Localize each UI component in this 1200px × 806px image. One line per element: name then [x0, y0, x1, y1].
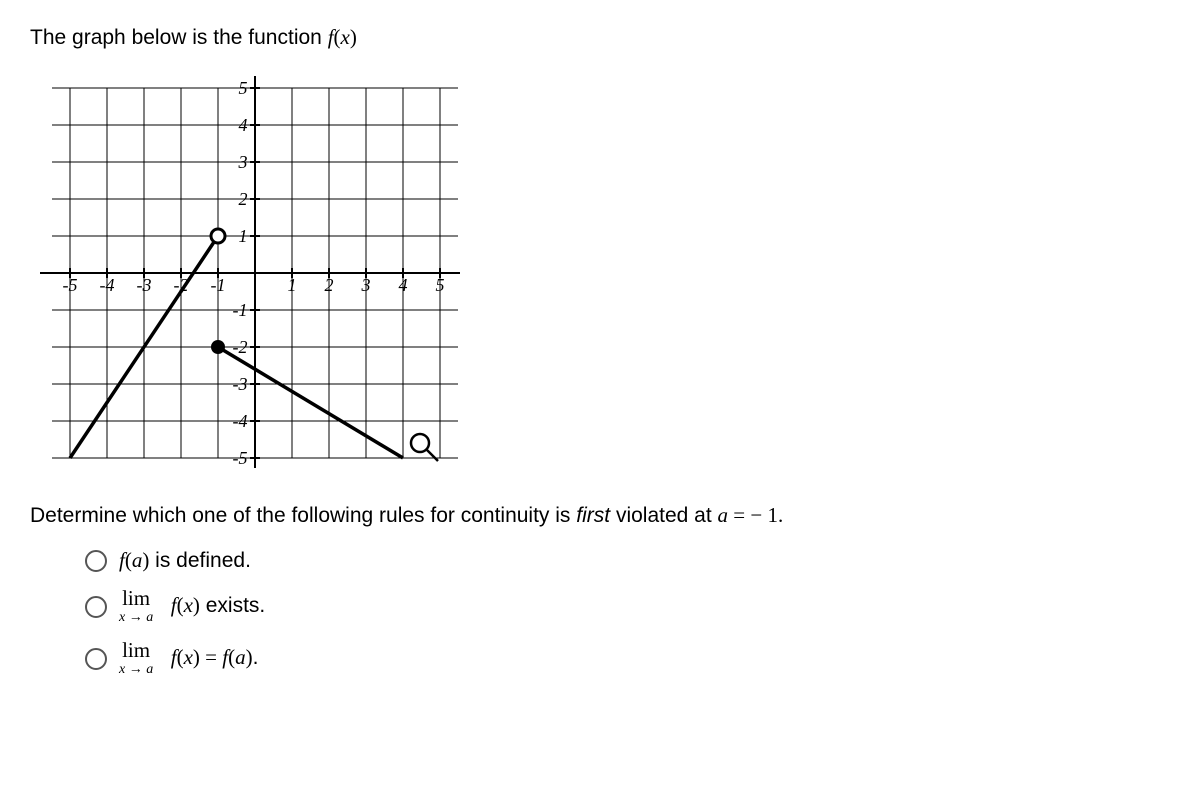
svg-text:2: 2 [239, 189, 248, 209]
limit-expr: lim x → a [119, 640, 153, 677]
options-group: f(a) is defined. lim x → a f(x) exists. … [85, 548, 1170, 677]
option-1[interactable]: f(a) is defined. [85, 548, 1170, 573]
svg-text:-2: -2 [233, 337, 248, 357]
svg-text:3: 3 [238, 152, 248, 172]
option-2[interactable]: lim x → a f(x) exists. [85, 588, 1170, 625]
svg-text:-3: -3 [137, 275, 152, 295]
radio-icon[interactable] [85, 550, 107, 572]
svg-text:1: 1 [288, 275, 297, 295]
question-text: Determine which one of the following rul… [30, 503, 1170, 528]
svg-text:-5: -5 [233, 448, 248, 468]
prompt: The graph below is the function f(x) [30, 25, 1170, 50]
function-graph: -5-4-3-2-1 12345 54321 -1-2-3-4-5 [30, 68, 460, 478]
svg-text:5: 5 [436, 275, 445, 295]
svg-text:4: 4 [239, 115, 248, 135]
svg-text:-1: -1 [211, 275, 226, 295]
radio-icon[interactable] [85, 596, 107, 618]
magnifier-icon [411, 434, 438, 461]
option-1-label: f(a) is defined. [119, 548, 251, 573]
option-3-label: lim x → a f(x) = f(a). [119, 640, 258, 677]
svg-text:-1: -1 [233, 300, 248, 320]
func-arg: x [341, 25, 350, 49]
radio-icon[interactable] [85, 648, 107, 670]
prompt-prefix: The graph below is the function [30, 26, 328, 49]
svg-text:5: 5 [239, 78, 248, 98]
limit-expr: lim x → a [119, 588, 153, 625]
svg-text:4: 4 [399, 275, 408, 295]
option-3[interactable]: lim x → a f(x) = f(a). [85, 640, 1170, 677]
emph: first [576, 504, 610, 527]
svg-text:1: 1 [239, 226, 248, 246]
option-2-label: lim x → a f(x) exists. [119, 588, 265, 625]
svg-text:-4: -4 [100, 275, 115, 295]
paren-open: ( [334, 25, 341, 49]
svg-text:-5: -5 [63, 275, 78, 295]
svg-text:2: 2 [325, 275, 334, 295]
svg-text:3: 3 [361, 275, 371, 295]
svg-text:-3: -3 [233, 374, 248, 394]
paren-close: ) [350, 25, 357, 49]
svg-text:-4: -4 [233, 411, 248, 431]
